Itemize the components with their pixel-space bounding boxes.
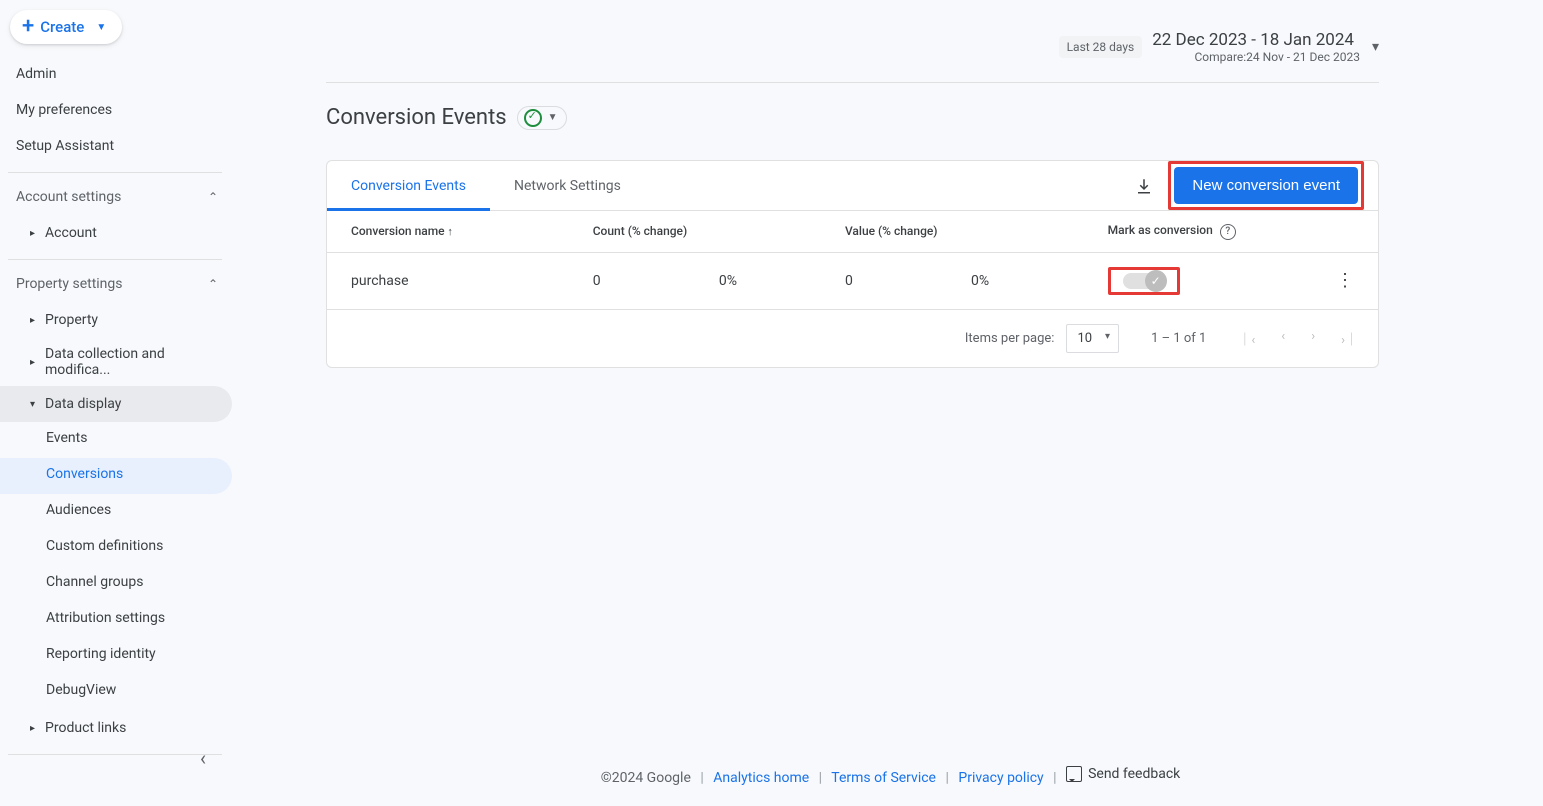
sidebar-item-custom-definitions[interactable]: Custom definitions xyxy=(0,530,232,566)
new-conversion-event-button[interactable]: New conversion event xyxy=(1174,167,1358,204)
caret-down-icon: ▾ xyxy=(1372,39,1379,55)
check-circle-icon xyxy=(524,109,542,127)
more-menu-icon[interactable]: ⋮ xyxy=(1336,270,1354,291)
prev-page-icon[interactable]: ‹ xyxy=(1281,329,1285,348)
chevron-up-icon: ⌃ xyxy=(208,277,218,291)
next-page-icon[interactable]: › xyxy=(1311,329,1315,348)
sidebar-item-events[interactable]: Events xyxy=(0,422,232,458)
cell-value-pct: 0% xyxy=(947,252,1084,309)
sidebar-item-product-links[interactable]: Product links xyxy=(0,710,232,746)
date-range: 22 Dec 2023 - 18 Jan 2024 xyxy=(1152,30,1354,50)
items-per-page-select[interactable]: 10 xyxy=(1066,324,1119,353)
create-button[interactable]: + Create ▼ xyxy=(10,10,122,44)
help-icon[interactable]: ? xyxy=(1220,224,1236,240)
card-actions: New conversion event xyxy=(1130,161,1370,210)
cell-count: 0 xyxy=(569,252,695,309)
pagination-range: 1 – 1 of 1 xyxy=(1151,331,1206,346)
tab-conversion-events[interactable]: Conversion Events xyxy=(327,162,490,210)
date-picker[interactable]: Last 28 days 22 Dec 2023 - 18 Jan 2024 C… xyxy=(326,0,1379,83)
divider xyxy=(8,172,222,173)
chevron-up-icon: ⌃ xyxy=(208,190,218,204)
cell-toggle xyxy=(1084,252,1294,309)
sidebar: + Create ▼ Admin My preferences Setup As… xyxy=(0,0,232,806)
sidebar-item-audiences[interactable]: Audiences xyxy=(0,494,232,530)
sidebar-item-account[interactable]: Account xyxy=(0,215,232,251)
caret-down-icon: ▼ xyxy=(96,22,106,33)
col-count[interactable]: Count (% change) xyxy=(569,211,821,253)
page-title: Conversion Events xyxy=(326,105,507,130)
sidebar-item-attribution[interactable]: Attribution settings xyxy=(0,602,232,638)
sidebar-item-debugview[interactable]: DebugView xyxy=(0,674,232,710)
cell-count-pct: 0% xyxy=(695,252,821,309)
date-compare: Compare:24 Nov - 21 Dec 2023 xyxy=(1195,50,1360,64)
table-row: purchase 0 0% 0 0% ⋮ xyxy=(327,252,1378,309)
sidebar-item-reporting-identity[interactable]: Reporting identity xyxy=(0,638,232,674)
download-icon[interactable] xyxy=(1130,172,1158,200)
footer: ©2024 Google | Analytics home | Terms of… xyxy=(258,766,1523,786)
highlight-toggle xyxy=(1108,267,1180,295)
pager-icons: ｜‹ ‹ › ›｜ xyxy=(1238,329,1358,348)
date-column: 22 Dec 2023 - 18 Jan 2024 Compare:24 Nov… xyxy=(1152,30,1360,64)
mark-conversion-toggle[interactable] xyxy=(1123,273,1165,289)
divider xyxy=(8,754,222,755)
divider xyxy=(8,259,222,260)
sidebar-item-data-display[interactable]: Data display xyxy=(0,386,232,422)
tabs: Conversion Events Network Settings xyxy=(327,162,645,210)
col-value[interactable]: Value (% change) xyxy=(821,211,1084,253)
cell-value: 0 xyxy=(821,252,947,309)
feedback-icon xyxy=(1066,766,1082,782)
col-conversion-name[interactable]: Conversion name xyxy=(327,211,569,253)
col-mark-conversion: Mark as conversion ? xyxy=(1084,211,1294,253)
conversion-card: Conversion Events Network Settings New c… xyxy=(326,160,1379,368)
status-pill[interactable]: ▼ xyxy=(517,106,567,130)
group-account-settings[interactable]: Account settings ⌃ xyxy=(0,179,232,215)
sidebar-item-data-collection[interactable]: Data collection and modifica... xyxy=(0,338,232,386)
cell-name: purchase xyxy=(327,252,569,309)
col-actions xyxy=(1294,211,1378,253)
sidebar-item-admin[interactable]: Admin xyxy=(0,56,232,92)
highlight-new-event: New conversion event xyxy=(1168,161,1364,210)
main: Last 28 days 22 Dec 2023 - 18 Jan 2024 C… xyxy=(258,0,1523,806)
sidebar-item-preferences[interactable]: My preferences xyxy=(0,92,232,128)
link-analytics-home[interactable]: Analytics home xyxy=(713,770,809,786)
conversion-table: Conversion name Count (% change) Value (… xyxy=(327,210,1378,309)
collapse-sidebar-button[interactable] xyxy=(200,746,206,770)
date-chip: Last 28 days xyxy=(1059,36,1143,58)
copyright: ©2024 Google xyxy=(601,770,691,786)
send-feedback-button[interactable]: Send feedback xyxy=(1066,766,1180,782)
link-terms[interactable]: Terms of Service xyxy=(831,770,936,786)
tab-network-settings[interactable]: Network Settings xyxy=(490,162,645,210)
sidebar-nav: Admin My preferences Setup Assistant Acc… xyxy=(0,56,232,755)
sidebar-item-conversions[interactable]: Conversions xyxy=(0,458,232,494)
title-row: Conversion Events ▼ xyxy=(326,105,1523,130)
sidebar-item-property[interactable]: Property xyxy=(0,302,232,338)
pagination: Items per page: 10 1 – 1 of 1 ｜‹ ‹ › ›｜ xyxy=(327,309,1378,367)
sidebar-item-channel-groups[interactable]: Channel groups xyxy=(0,566,232,602)
card-top: Conversion Events Network Settings New c… xyxy=(327,161,1378,210)
first-page-icon[interactable]: ｜‹ xyxy=(1238,329,1255,348)
create-label: Create xyxy=(40,18,84,36)
last-page-icon[interactable]: ›｜ xyxy=(1341,329,1358,348)
group-property-settings[interactable]: Property settings ⌃ xyxy=(0,266,232,302)
items-per-page-label: Items per page: xyxy=(965,331,1055,346)
caret-down-icon: ▼ xyxy=(548,112,558,123)
sidebar-item-setup[interactable]: Setup Assistant xyxy=(0,128,232,164)
link-privacy[interactable]: Privacy policy xyxy=(958,770,1043,786)
